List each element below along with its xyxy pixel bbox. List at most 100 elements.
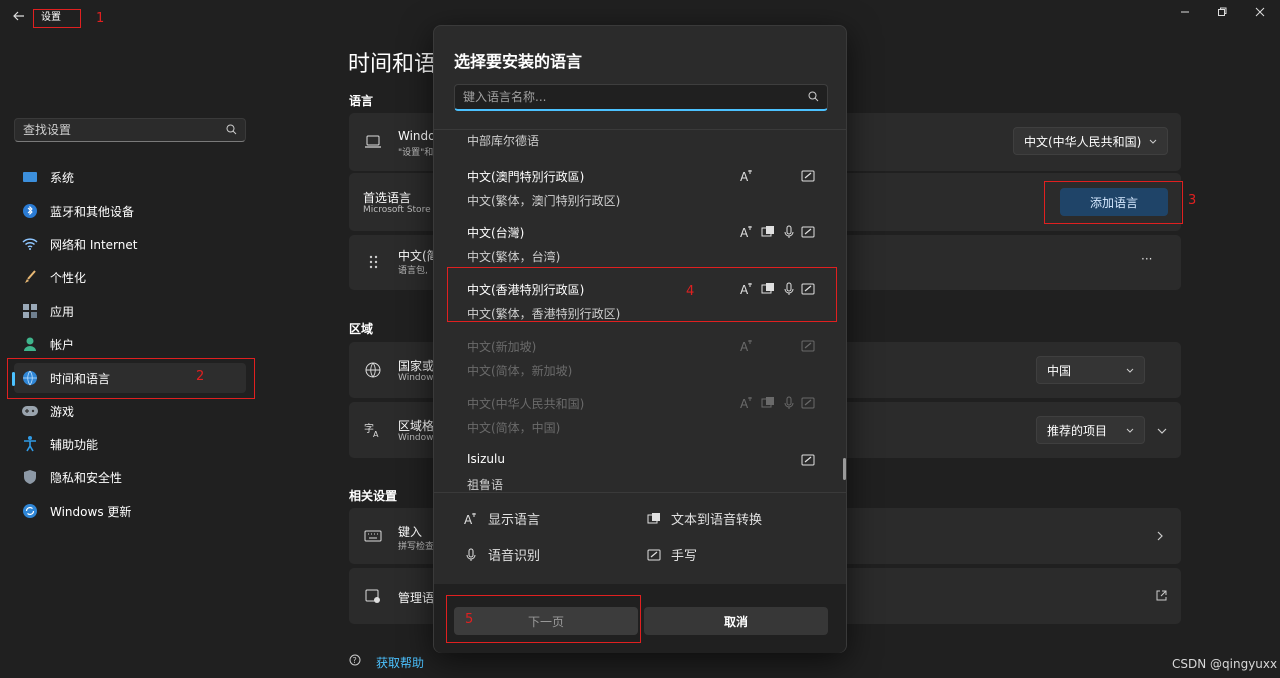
country-region-subtitle: Window [398, 373, 434, 383]
choose-language-dialog: 选择要安装的语言 中部库尔德语 中文(澳門特別行政區) 中文(繁体，澳门特别行政… [433, 25, 847, 653]
laptop-icon [364, 133, 382, 151]
page-title: 时间和语 [348, 52, 437, 77]
close-icon[interactable] [1250, 4, 1270, 20]
language-item-partial[interactable]: 中部库尔德语 [467, 132, 539, 149]
section-region-heading: 区域 [349, 322, 374, 336]
annotation-box-2 [7, 358, 255, 399]
sidebar-item-accessibility[interactable]: 辅助功能 [14, 429, 246, 459]
settings-search-box[interactable] [14, 118, 246, 142]
legend-speech-recognition: 语音识别 [464, 545, 540, 564]
legend-display-language: A 显示语言 [464, 509, 540, 528]
language-item[interactable]: Isizulu 祖鲁语 [434, 443, 846, 492]
sidebar-item-label: 系统 [50, 170, 75, 185]
language-native-name: 中文(繁体，台湾) [467, 250, 561, 264]
language-name: 中文(澳門特別行政區) [467, 170, 585, 184]
admin-language-icon [364, 587, 382, 605]
language-item[interactable]: 中文(澳門特別行政區) 中文(繁体，澳门特别行政区) A [434, 159, 846, 215]
section-related-heading: 相关设置 [349, 489, 398, 503]
annotation-box-3 [1044, 181, 1183, 224]
brush-icon [22, 269, 38, 285]
country-dropdown[interactable]: 中国 [1036, 356, 1145, 384]
typing-subtitle: 拼写检查 [398, 542, 435, 552]
sidebar-item-apps[interactable]: 应用 [14, 296, 246, 326]
svg-text:A: A [740, 397, 749, 410]
speech-recognition-icon [466, 548, 476, 561]
sidebar-item-personalization[interactable]: 个性化 [14, 262, 246, 292]
regional-format-title: 区域格 [398, 419, 435, 433]
text-to-speech-icon [761, 396, 775, 410]
more-options-button[interactable]: ··· [1141, 252, 1152, 266]
language-native-name: 中文(繁体，澳门特别行政区) [467, 194, 621, 208]
display-language-dropdown[interactable]: 中文(中华人民共和国) [1013, 127, 1168, 155]
typing-title: 键入 [398, 525, 423, 539]
display-language-icon: A [740, 169, 754, 184]
regional-format-icon: 字A [364, 421, 382, 439]
external-link-icon [1156, 590, 1167, 604]
sidebar-item-label: 应用 [50, 304, 75, 319]
sidebar-item-label: 帐户 [50, 337, 75, 352]
speech-recognition-icon [782, 225, 796, 239]
sidebar-item-gaming[interactable]: 游戏 [14, 396, 246, 426]
display-language-icon: A [740, 396, 754, 411]
handwriting-icon [801, 396, 815, 410]
svg-text:?: ? [353, 656, 357, 665]
handwriting-icon [647, 549, 661, 560]
legend-handwriting: 手写 [647, 545, 697, 564]
apps-icon [22, 303, 38, 319]
language-item[interactable]: 中文(台灣) 中文(繁体，台湾) A [434, 215, 846, 271]
annotation-4: 4 [686, 284, 695, 299]
wifi-icon [22, 236, 38, 252]
sidebar-item-accounts[interactable]: 帐户 [14, 329, 246, 359]
globe-icon [364, 361, 382, 379]
annotation-box-5 [446, 595, 641, 643]
help-icon: ? [349, 654, 363, 671]
sidebar-item-label: 蓝牙和其他设备 [50, 204, 135, 219]
minimize-icon[interactable] [1175, 4, 1195, 20]
display-language-value: 中文(中华人民共和国) [1024, 134, 1142, 149]
regional-format-dropdown[interactable]: 推荐的项目 [1036, 416, 1145, 444]
section-language-heading: 语言 [349, 94, 374, 108]
svg-text:A: A [464, 513, 473, 526]
svg-text:A: A [740, 340, 749, 353]
person-icon [22, 336, 38, 352]
sidebar-item-label: Windows 更新 [50, 504, 132, 519]
sidebar-item-label: 隐私和安全性 [50, 470, 123, 485]
language-search-box[interactable] [454, 84, 828, 111]
preferred-languages-subtitle: Microsoft Store [363, 205, 431, 215]
settings-search-input[interactable] [23, 122, 219, 138]
gamepad-icon [22, 403, 38, 419]
search-icon[interactable] [226, 124, 237, 138]
sidebar-item-bluetooth[interactable]: 蓝牙和其他设备 [14, 196, 246, 226]
text-to-speech-icon [761, 225, 775, 239]
list-scrollbar[interactable] [843, 458, 846, 480]
admin-language-title: 管理语 [398, 591, 435, 605]
language-search-input[interactable] [463, 89, 793, 105]
handwriting-icon [801, 169, 815, 183]
regional-format-value: 推荐的项目 [1047, 423, 1108, 438]
sidebar-item-privacy[interactable]: 隐私和安全性 [14, 462, 246, 492]
watermark: CSDN @qingyuxx [1172, 657, 1278, 671]
sidebar-item-windows-update[interactable]: Windows 更新 [14, 496, 246, 526]
cancel-button[interactable]: 取消 [644, 607, 828, 635]
dialog-divider [434, 492, 846, 493]
svg-text:A: A [740, 226, 749, 239]
display-language-icon: A [740, 339, 754, 354]
drag-handle-icon[interactable] [364, 253, 382, 271]
sidebar-item-system[interactable]: 系统 [14, 162, 246, 192]
chevron-down-icon [1149, 134, 1157, 148]
legend-label: 显示语言 [488, 513, 541, 528]
country-value: 中国 [1047, 363, 1072, 378]
display-language-title: Windo [398, 129, 436, 143]
sidebar-item-network[interactable]: 网络和 Internet [14, 229, 246, 259]
language-item-installed: 中文(中华人民共和国) 中文(简体，中国) A [434, 386, 846, 442]
monitor-icon [22, 169, 38, 185]
restore-icon[interactable] [1212, 4, 1232, 20]
speech-recognition-icon [782, 396, 796, 410]
back-arrow-icon[interactable] [12, 9, 28, 27]
display-language-subtitle: "设置"和 [398, 148, 434, 158]
get-help-link[interactable]: 获取帮助 [376, 654, 424, 671]
search-icon[interactable] [808, 91, 819, 105]
display-language-icon: A [464, 512, 476, 526]
bluetooth-icon [22, 203, 38, 219]
expand-chevron-icon[interactable] [1157, 424, 1167, 438]
